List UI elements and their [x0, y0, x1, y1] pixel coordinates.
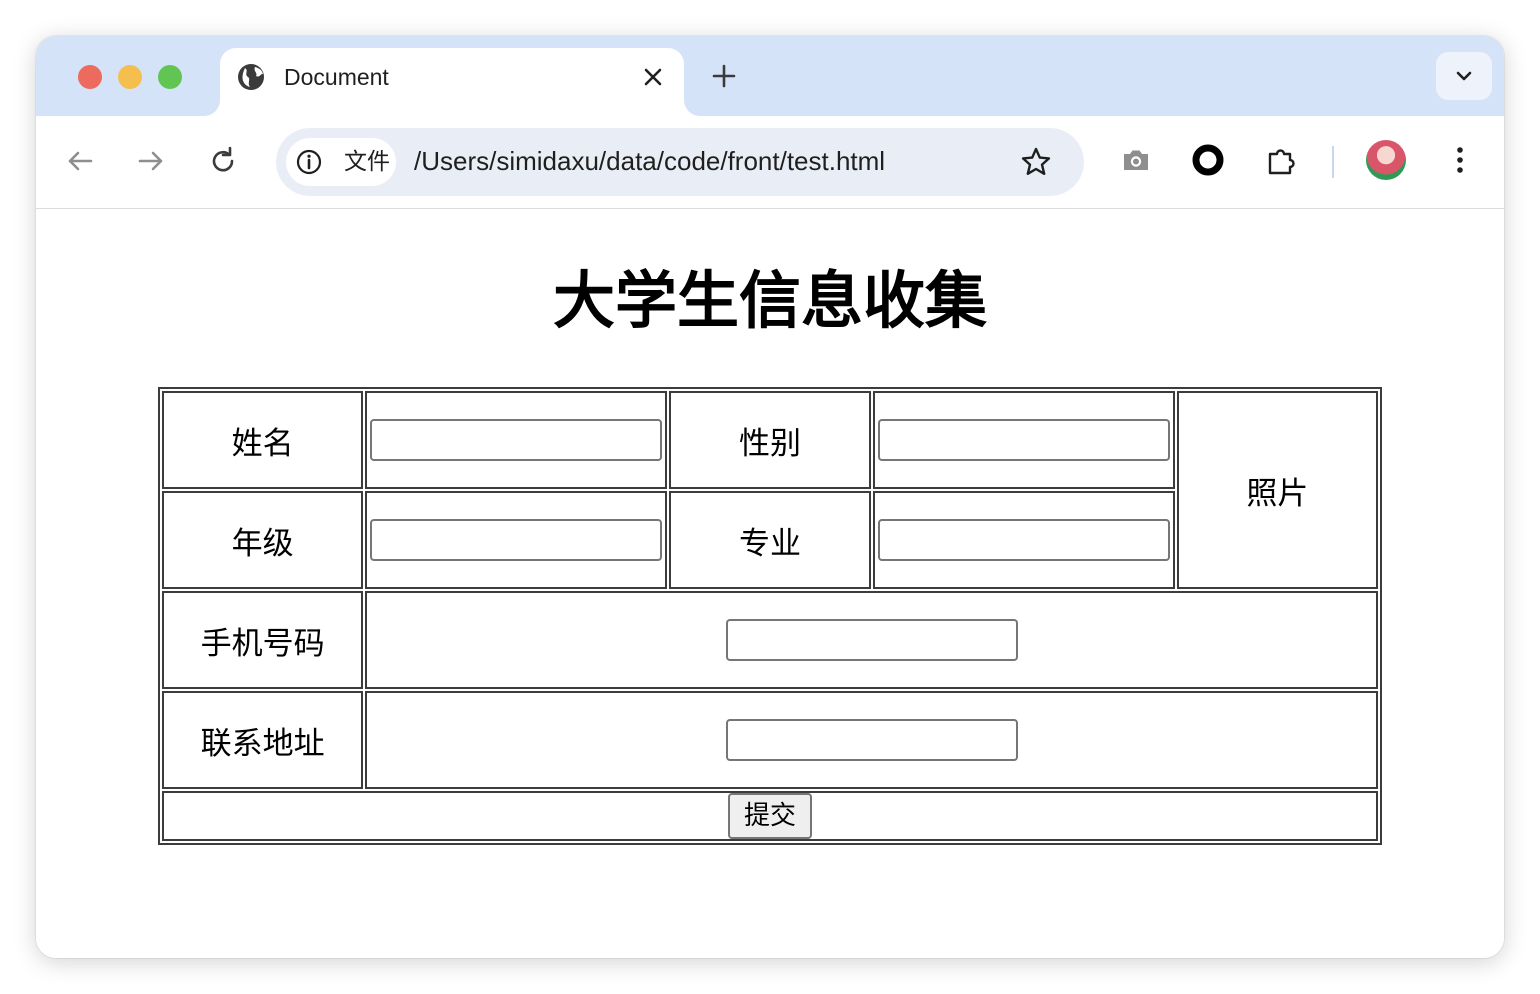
puzzle-icon[interactable] [1264, 144, 1298, 178]
address-cell [365, 691, 1378, 789]
photo-label: 照片 [1176, 391, 1378, 589]
submit-button[interactable]: 提交 [727, 793, 812, 839]
arrow-right-icon[interactable] [134, 144, 168, 178]
address-bar[interactable]: 文件 /Users/simidaxu/data/code/front/test.… [276, 128, 1084, 196]
browser-toolbar: 文件 /Users/simidaxu/data/code/front/test.… [36, 116, 1504, 209]
student-info-form: 姓名 性别 照片 年级 专业 手机号码 联系地址 提交 [158, 387, 1382, 845]
window-close-button[interactable] [78, 65, 102, 89]
chevron-down-icon [1456, 71, 1472, 81]
gender-input[interactable] [877, 419, 1170, 461]
url-text[interactable]: /Users/simidaxu/data/code/front/test.htm… [414, 145, 885, 177]
grade-input[interactable] [370, 519, 663, 561]
submit-row: 提交 [162, 791, 1378, 841]
tab-title: Document [284, 64, 389, 90]
address-input[interactable] [725, 719, 1018, 761]
browser-window: Document 文件 /Users/simidaxu/data/code/fr… [36, 36, 1504, 958]
grade-cell [365, 491, 668, 589]
major-label: 专业 [669, 491, 871, 589]
kebab-menu-icon[interactable] [1444, 144, 1476, 176]
profile-avatar[interactable] [1366, 140, 1406, 180]
camera-icon[interactable] [1120, 144, 1152, 176]
arrow-left-icon[interactable] [63, 144, 97, 178]
ring-icon[interactable] [1192, 144, 1224, 176]
star-icon[interactable] [1020, 146, 1052, 178]
site-info-label: 文件 [344, 149, 390, 175]
name-cell [365, 391, 668, 489]
new-tab-button[interactable] [710, 62, 738, 90]
phone-cell [365, 591, 1378, 689]
address-label: 联系地址 [162, 691, 364, 789]
page-content: 大学生信息收集 姓名 性别 照片 年级 专业 手机号码 联系地址 提交 [36, 209, 1504, 958]
page-title: 大学生信息收集 [552, 264, 987, 337]
grade-label: 年级 [162, 491, 364, 589]
tab-search-button[interactable] [1436, 52, 1492, 100]
phone-label: 手机号码 [162, 591, 364, 689]
globe-icon [238, 64, 264, 90]
tab-document[interactable]: Document [220, 48, 684, 116]
name-label: 姓名 [162, 391, 364, 489]
gender-cell [872, 391, 1175, 489]
reload-icon[interactable] [206, 144, 240, 178]
window-minimize-button[interactable] [118, 65, 142, 89]
phone-input[interactable] [725, 619, 1018, 661]
window-maximize-button[interactable] [158, 65, 182, 89]
major-cell [872, 491, 1175, 589]
toolbar-divider [1332, 146, 1334, 178]
close-icon[interactable] [640, 64, 666, 90]
info-icon [296, 149, 322, 175]
major-input[interactable] [877, 519, 1170, 561]
tab-strip: Document [36, 36, 1504, 116]
site-info-chip[interactable]: 文件 [286, 138, 396, 186]
name-input[interactable] [370, 419, 663, 461]
gender-label: 性别 [669, 391, 871, 489]
